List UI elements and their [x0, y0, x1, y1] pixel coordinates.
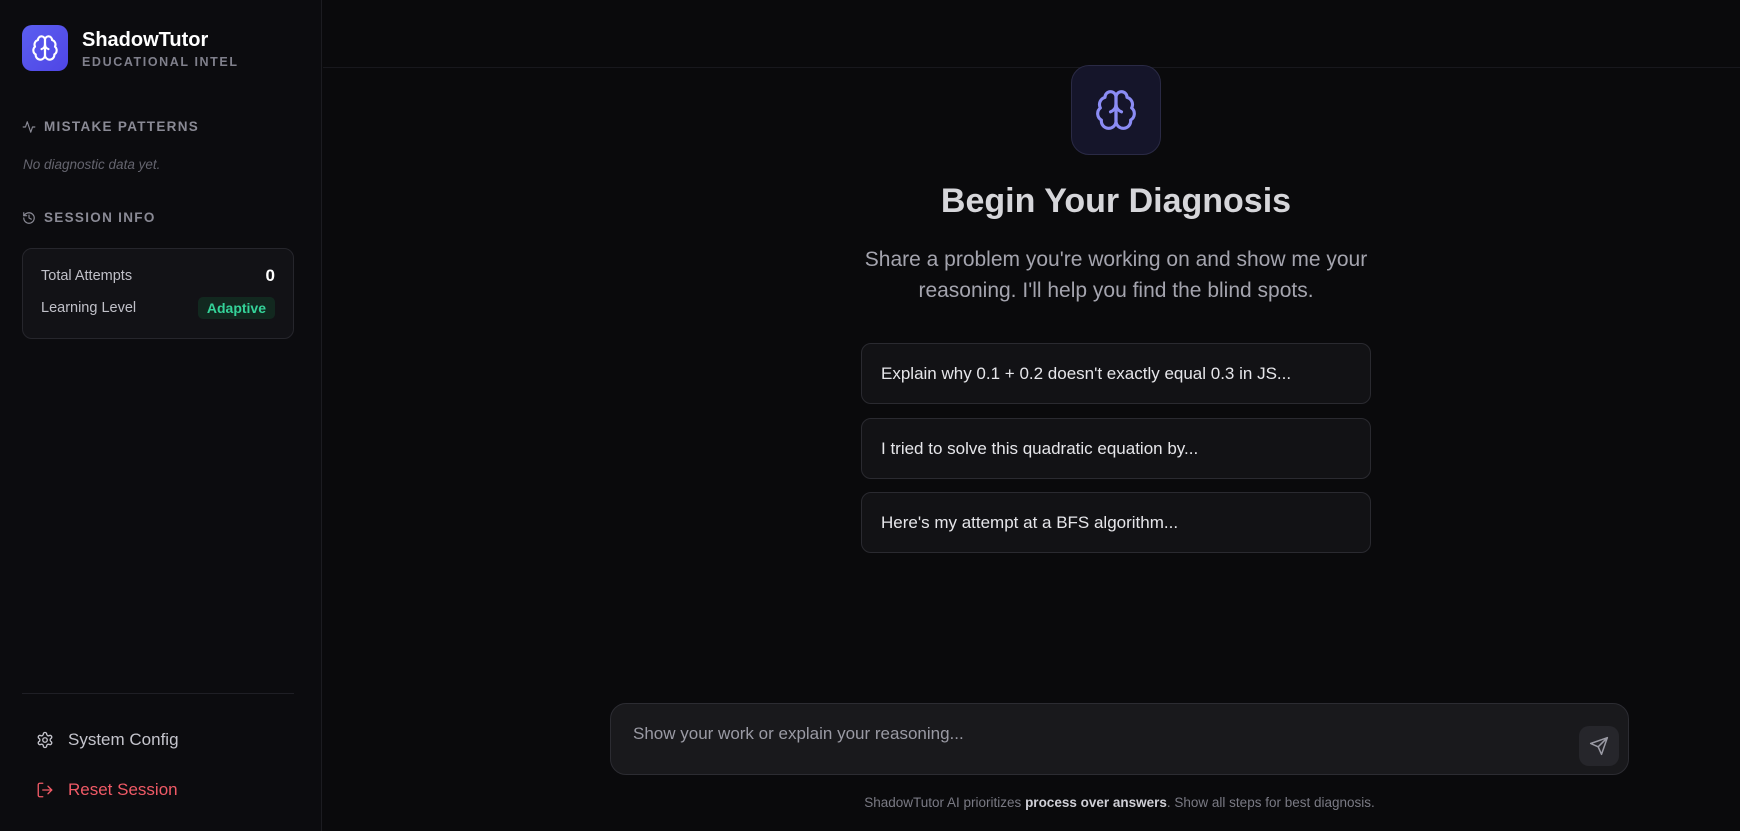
suggestion-card[interactable]: Explain why 0.1 + 0.2 doesn't exactly eq…: [861, 343, 1371, 404]
footer-prefix: ShadowTutor AI prioritizes: [864, 795, 1026, 810]
suggestion-card[interactable]: I tried to solve this quadratic equation…: [861, 418, 1371, 479]
session-info-heading: SESSION INFO: [22, 210, 156, 225]
footer-suffix: . Show all steps for best diagnosis.: [1166, 795, 1375, 810]
brain-icon: [1071, 65, 1161, 155]
app-subtitle: EDUCATIONAL INTEL: [82, 54, 239, 69]
session-info-card: Total Attempts 0 Learning Level Adaptive: [22, 248, 294, 339]
system-config-label: System Config: [68, 730, 179, 749]
history-icon: [23, 211, 35, 224]
mistake-patterns-heading: MISTAKE PATTERNS: [22, 119, 199, 134]
system-config-button[interactable]: System Config: [36, 730, 179, 750]
learning-level-label: Learning Level: [41, 300, 137, 316]
header-divider: [323, 67, 1740, 68]
sidebar: ShadowTutor EDUCATIONAL INTEL MISTAKE PA…: [0, 0, 322, 831]
mistake-patterns-empty: No diagnostic data yet.: [23, 157, 161, 172]
footer-note: ShadowTutor AI prioritizes process over …: [610, 795, 1629, 810]
learning-level-row: Learning Level Adaptive: [41, 297, 275, 319]
send-icon: [1589, 736, 1609, 756]
page-subtitle: Share a problem you're working on and sh…: [864, 248, 1368, 302]
brand: ShadowTutor EDUCATIONAL INTEL: [22, 25, 239, 71]
message-composer: [610, 703, 1629, 775]
reset-session-label: Reset Session: [68, 780, 178, 799]
footer-emphasis: process over answers: [1025, 795, 1167, 810]
suggestion-card[interactable]: Here's my attempt at a BFS algorithm...: [861, 492, 1371, 553]
total-attempts-value: 0: [265, 266, 275, 285]
app-name: ShadowTutor: [82, 28, 209, 51]
total-attempts-row: Total Attempts 0: [41, 266, 275, 286]
message-input[interactable]: [633, 720, 1533, 748]
brain-icon: [22, 25, 68, 71]
mistake-patterns-title: MISTAKE PATTERNS: [44, 119, 200, 134]
gear-icon: [37, 731, 53, 749]
send-button[interactable]: [1579, 726, 1619, 766]
logout-icon: [37, 782, 53, 798]
sidebar-divider: [22, 693, 294, 694]
page-title: Begin Your Diagnosis: [940, 182, 1292, 220]
total-attempts-label: Total Attempts: [41, 268, 133, 284]
session-info-title: SESSION INFO: [44, 210, 156, 225]
reset-session-button[interactable]: Reset Session: [36, 780, 178, 800]
learning-level-badge: Adaptive: [197, 297, 275, 319]
activity-icon: [22, 120, 36, 133]
